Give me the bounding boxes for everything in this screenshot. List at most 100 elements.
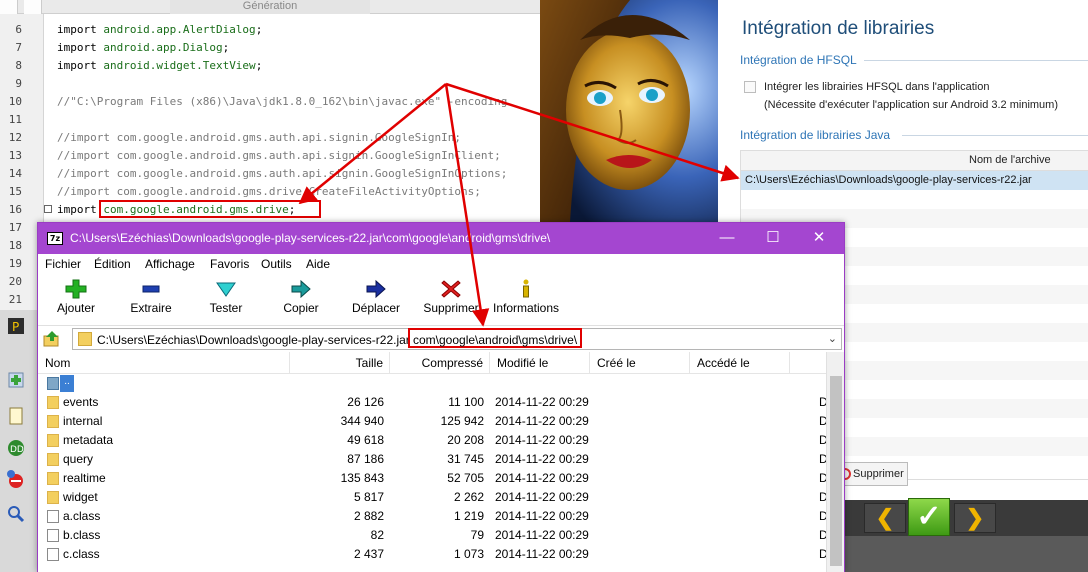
code-line[interactable]: 12 //import com.google.android.gms.auth.a… bbox=[0, 129, 540, 147]
column-modified[interactable]: Modifié le bbox=[490, 352, 590, 374]
cell-name: widget bbox=[63, 490, 98, 504]
folder-icon bbox=[47, 491, 59, 504]
cell-name: metadata bbox=[63, 433, 114, 447]
code-keyword: import bbox=[57, 59, 104, 72]
menu-file[interactable]: Fichier bbox=[45, 257, 81, 271]
line-number: 20 bbox=[8, 275, 22, 288]
7zip-app-icon[interactable]: 7z bbox=[47, 232, 63, 245]
list-item-folder[interactable]: metadata 49 618 20 208 2014-11-22 00:29 D bbox=[38, 431, 828, 450]
column-created[interactable]: Créé le bbox=[590, 352, 690, 374]
move-button-label: Déplacer bbox=[351, 301, 401, 315]
menu-view[interactable]: Affichage bbox=[145, 257, 195, 271]
minimize-button[interactable]: — bbox=[704, 223, 750, 254]
scrollbar-thumb[interactable] bbox=[830, 376, 842, 566]
folder-icon bbox=[47, 396, 59, 409]
document-icon[interactable] bbox=[6, 406, 26, 426]
close-button[interactable]: ✕ bbox=[796, 223, 842, 254]
path-input[interactable]: C:\Users\Ezéchias\Downloads\google-play-… bbox=[72, 328, 842, 350]
7zip-file-manager-window[interactable]: 7z C:\Users\Ezéchias\Downloads\google-pl… bbox=[37, 222, 845, 572]
list-item-file[interactable]: b.class 82 79 2014-11-22 00:29 D bbox=[38, 526, 828, 545]
column-packed-size[interactable]: Compressé bbox=[390, 352, 490, 374]
code-line[interactable]: 14 //import com.google.android.gms.auth.a… bbox=[0, 165, 540, 183]
code-line[interactable]: 11 bbox=[0, 111, 540, 129]
move-button[interactable]: Déplacer bbox=[338, 276, 414, 322]
code-package: android.app.Dialog bbox=[103, 41, 223, 54]
file-icon bbox=[47, 529, 59, 542]
move-arrow-icon bbox=[366, 279, 386, 299]
vertical-scrollbar[interactable] bbox=[826, 352, 844, 572]
hfsql-checkbox[interactable] bbox=[744, 81, 756, 93]
archive-table-row-selected[interactable]: C:\Users\Ezéchias\Downloads\google-play-… bbox=[741, 171, 1088, 190]
list-item-folder[interactable]: internal 344 940 125 942 2014-11-22 00:29 D bbox=[38, 412, 828, 431]
chevron-down-icon[interactable]: ⌄ bbox=[828, 332, 837, 345]
maximize-button[interactable]: ☐ bbox=[750, 223, 796, 254]
cell-packed: 2 262 bbox=[453, 490, 484, 504]
list-item-folder[interactable]: widget 5 817 2 262 2014-11-22 00:29 D bbox=[38, 488, 828, 507]
code-line[interactable]: 6 import android.app.AlertDialog; bbox=[0, 21, 540, 39]
folder-up-icon[interactable] bbox=[43, 330, 61, 348]
code-line[interactable]: 13 //import com.google.android.gms.auth.a… bbox=[0, 147, 540, 165]
cell-size: 87 186 bbox=[347, 452, 384, 466]
editor-tab-stub[interactable] bbox=[0, 0, 18, 14]
code-line[interactable]: 10 //"C:\Program Files (x86)\Java\jdk1.8.… bbox=[0, 93, 540, 111]
editor-tab-stub[interactable] bbox=[24, 0, 42, 14]
db-icon[interactable]: DD bbox=[6, 438, 26, 458]
test-button[interactable]: Tester bbox=[188, 276, 264, 322]
code-text: //import com.google.android.gms.auth.api… bbox=[57, 147, 501, 165]
column-size[interactable]: Taille bbox=[290, 352, 390, 374]
line-number: 17 bbox=[8, 221, 22, 234]
line-number: 15 bbox=[8, 185, 22, 198]
column-name[interactable]: Nom bbox=[38, 352, 290, 374]
copy-button[interactable]: Copier bbox=[263, 276, 339, 322]
project-icon[interactable]: P bbox=[6, 316, 26, 336]
delete-button-label: Supprimer bbox=[423, 301, 479, 315]
add-element-icon[interactable] bbox=[6, 370, 26, 390]
list-item-file[interactable]: a.class 2 882 1 219 2014-11-22 00:29 D bbox=[38, 507, 828, 526]
extract-button[interactable]: Extraire bbox=[113, 276, 189, 322]
stop-icon[interactable] bbox=[6, 470, 26, 490]
code-line[interactable]: 9 bbox=[0, 75, 540, 93]
code-line[interactable]: 15 //import com.google.android.gms.drive.… bbox=[0, 183, 540, 201]
delete-archive-button[interactable]: Supprimer bbox=[834, 462, 908, 486]
code-comment: //import com.google.android.gms.auth.api… bbox=[57, 167, 508, 180]
list-item-folder[interactable]: realtime 135 843 52 705 2014-11-22 00:29 D bbox=[38, 469, 828, 488]
list-item-file[interactable]: c.class 2 437 1 073 2014-11-22 00:29 D bbox=[38, 545, 828, 564]
editor-tabbar: Génération bbox=[0, 0, 540, 14]
window-titlebar[interactable]: 7z C:\Users\Ezéchias\Downloads\google-pl… bbox=[38, 223, 844, 254]
cell-name: c.class bbox=[63, 547, 100, 561]
menu-edit[interactable]: Édition bbox=[94, 257, 131, 271]
menu-bar: Fichier Édition Affichage Favoris Outils… bbox=[38, 254, 844, 274]
next-button[interactable]: ❯ bbox=[954, 503, 996, 533]
add-button[interactable]: Ajouter bbox=[38, 276, 114, 322]
code-keyword: import bbox=[57, 23, 104, 36]
menu-help[interactable]: Aide bbox=[306, 257, 330, 271]
generation-tab[interactable]: Génération bbox=[170, 0, 370, 14]
code-line[interactable]: 8 import android.widget.TextView; bbox=[0, 57, 540, 75]
cell-packed: 79 bbox=[470, 528, 484, 542]
archive-table-header[interactable]: Nom de l'archive bbox=[741, 151, 1088, 171]
file-icon bbox=[47, 510, 59, 523]
fold-toggle-icon[interactable] bbox=[44, 205, 52, 213]
cell-name: realtime bbox=[63, 471, 106, 485]
menu-favorites[interactable]: Favoris bbox=[210, 257, 249, 271]
list-item-folder[interactable]: events 26 126 11 100 2014-11-22 00:29 D bbox=[38, 393, 828, 412]
portrait-illustration bbox=[540, 0, 718, 222]
file-list[interactable]: Nom Taille Compressé Modifié le Créé le … bbox=[38, 352, 844, 572]
list-item-folder[interactable]: query 87 186 31 745 2014-11-22 00:29 D bbox=[38, 450, 828, 469]
hfsql-checkbox-label: Intégrer les librairies HFSQL dans l'app… bbox=[764, 81, 990, 93]
info-button-label: Informations bbox=[492, 301, 560, 315]
validate-button[interactable]: ✓ bbox=[908, 498, 950, 536]
delete-button[interactable]: Supprimer bbox=[413, 276, 489, 322]
code-keyword: import bbox=[57, 203, 104, 216]
column-accessed[interactable]: Accédé le bbox=[690, 352, 790, 374]
menu-tools[interactable]: Outils bbox=[261, 257, 292, 271]
list-item-parent-dir[interactable]: .. bbox=[38, 374, 826, 393]
line-number: 16 bbox=[8, 203, 22, 216]
search-icon[interactable] bbox=[6, 504, 26, 524]
code-line[interactable]: 7 import android.app.Dialog; bbox=[0, 39, 540, 57]
line-number: 9 bbox=[15, 77, 22, 90]
info-button[interactable]: Informations bbox=[488, 276, 564, 322]
line-number: 13 bbox=[8, 149, 22, 162]
code-keyword: import bbox=[57, 41, 104, 54]
previous-button[interactable]: ❮ bbox=[864, 503, 906, 533]
